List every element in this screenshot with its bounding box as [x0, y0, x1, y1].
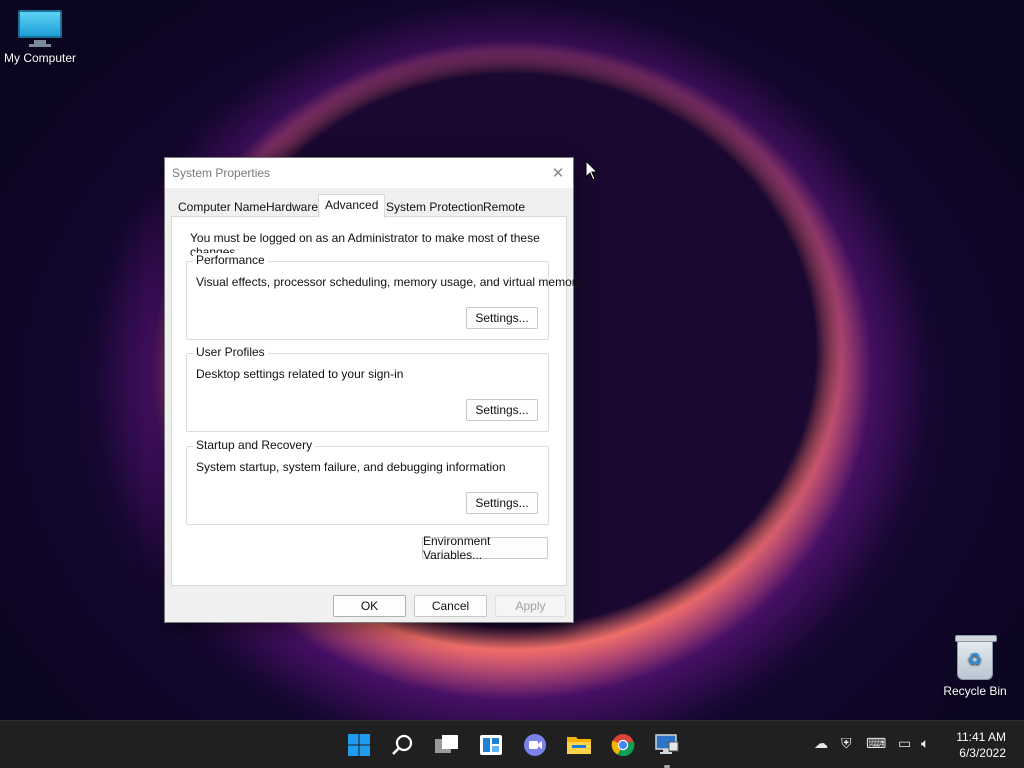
widgets-button[interactable]	[477, 731, 505, 759]
group-title: User Profiles	[193, 345, 268, 359]
desktop-icon-label: My Computer	[3, 51, 77, 65]
group-title: Performance	[193, 253, 268, 267]
keyboard-icon[interactable]: ⌨	[866, 735, 886, 752]
group-description: Desktop settings related to your sign-in	[196, 367, 404, 381]
widgets-icon	[480, 735, 502, 755]
taskbar: ☁ ⛨ ⌨ ▭ 🔈︎ 11:41 AM 6/3/2022	[0, 720, 1024, 768]
cloud-offline-icon[interactable]: ☁	[814, 735, 828, 752]
desktop-icon-recycle-bin[interactable]: ♻ Recycle Bin	[935, 635, 1015, 698]
dialog-titlebar[interactable]: System Properties ✕	[165, 158, 573, 188]
security-warning-icon[interactable]: ⛨	[841, 735, 852, 752]
user-profiles-group: User Profiles Desktop settings related t…	[186, 345, 549, 432]
apply-button[interactable]: Apply	[495, 595, 566, 617]
system-properties-dialog: System Properties ✕ Computer Name Hardwa…	[164, 157, 582, 623]
mouse-cursor-icon	[585, 160, 599, 181]
desktop-icon-label: Recycle Bin	[943, 684, 1007, 698]
start-button[interactable]	[345, 731, 373, 759]
chrome-icon	[611, 734, 635, 757]
chat-button[interactable]	[521, 731, 549, 759]
tab-computer-name[interactable]: Computer Name	[174, 198, 270, 216]
startup-recovery-settings-button[interactable]: Settings...	[466, 492, 538, 514]
group-description: System startup, system failure, and debu…	[196, 460, 506, 474]
desktop: My Computer ♻ Recycle Bin System Propert…	[0, 0, 1024, 720]
ok-button[interactable]: OK	[333, 595, 406, 617]
tab-advanced[interactable]: Advanced	[318, 194, 386, 218]
file-explorer-button[interactable]	[565, 731, 593, 759]
tab-hardware[interactable]: Hardware	[262, 198, 322, 216]
chat-icon	[524, 734, 546, 756]
performance-group: Performance Visual effects, processor sc…	[186, 253, 582, 340]
start-icon	[348, 734, 370, 756]
close-icon: ✕	[551, 165, 565, 182]
performance-settings-button[interactable]: Settings...	[466, 307, 538, 329]
cancel-button[interactable]: Cancel	[414, 595, 487, 617]
file-explorer-icon	[567, 737, 591, 754]
system-properties-taskbar-button[interactable]	[653, 731, 681, 759]
close-button[interactable]: ✕	[543, 158, 573, 188]
group-description: Visual effects, processor scheduling, me…	[196, 275, 582, 289]
clock-time: 11:41 AM	[956, 730, 1006, 744]
environment-variables-button[interactable]: Environment Variables...	[422, 534, 548, 562]
task-view-icon	[435, 735, 458, 753]
network-icon[interactable]: ▭	[898, 735, 911, 752]
task-view-button[interactable]	[433, 731, 461, 759]
monitor-icon	[0, 10, 80, 47]
recycle-bin-icon: ♻	[955, 635, 997, 680]
clock-date: 6/3/2022	[959, 746, 1006, 760]
clock[interactable]: 11:41 AM 6/3/2022	[956, 729, 1006, 761]
dialog-title: System Properties	[172, 166, 271, 180]
startup-recovery-group: Startup and Recovery System startup, sys…	[186, 438, 549, 525]
system-properties-icon	[655, 734, 679, 754]
volume-icon[interactable]: 🔈︎	[921, 735, 929, 752]
tab-system-protection[interactable]: System Protection	[382, 198, 487, 216]
search-icon	[392, 734, 413, 755]
search-button[interactable]	[389, 731, 417, 759]
tab-remote[interactable]: Remote	[479, 198, 529, 216]
chrome-button[interactable]	[609, 731, 637, 759]
desktop-icon-my-computer[interactable]: My Computer	[0, 10, 80, 65]
user-profiles-settings-button[interactable]: Settings...	[466, 399, 538, 421]
advanced-tab-page: You must be logged on as an Administrato…	[171, 216, 582, 586]
group-title: Startup and Recovery	[193, 438, 316, 452]
